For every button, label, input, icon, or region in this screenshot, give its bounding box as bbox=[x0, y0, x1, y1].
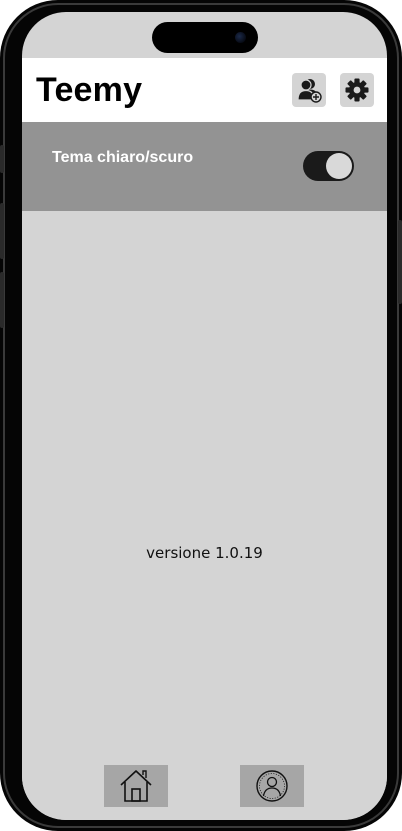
action-button bbox=[0, 145, 4, 173]
app-title: Teemy bbox=[36, 71, 143, 109]
camera-icon bbox=[235, 32, 246, 43]
app-screen: Teemy Tema chiaro/scuro versione 1.0.19 bbox=[22, 12, 387, 820]
theme-toggle[interactable] bbox=[303, 151, 354, 181]
volume-down-button bbox=[0, 272, 4, 328]
add-user-button[interactable] bbox=[292, 73, 326, 107]
theme-setting-row: Tema chiaro/scuro bbox=[22, 122, 387, 211]
dynamic-island bbox=[152, 22, 258, 53]
add-user-icon bbox=[297, 79, 322, 103]
home-icon bbox=[120, 770, 152, 802]
volume-up-button bbox=[0, 203, 4, 259]
tab-profile[interactable] bbox=[240, 765, 304, 807]
tab-home[interactable] bbox=[104, 765, 168, 807]
gear-icon bbox=[345, 78, 369, 102]
power-button bbox=[398, 220, 402, 304]
tab-bar bbox=[22, 765, 387, 820]
version-text: versione 1.0.19 bbox=[146, 544, 263, 562]
toggle-knob bbox=[326, 153, 352, 179]
theme-label: Tema chiaro/scuro bbox=[52, 149, 194, 166]
app-header: Teemy bbox=[22, 58, 387, 122]
phone-frame: Teemy Tema chiaro/scuro versione 1.0.19 bbox=[0, 0, 402, 831]
profile-icon bbox=[256, 770, 288, 802]
settings-button[interactable] bbox=[340, 73, 374, 107]
